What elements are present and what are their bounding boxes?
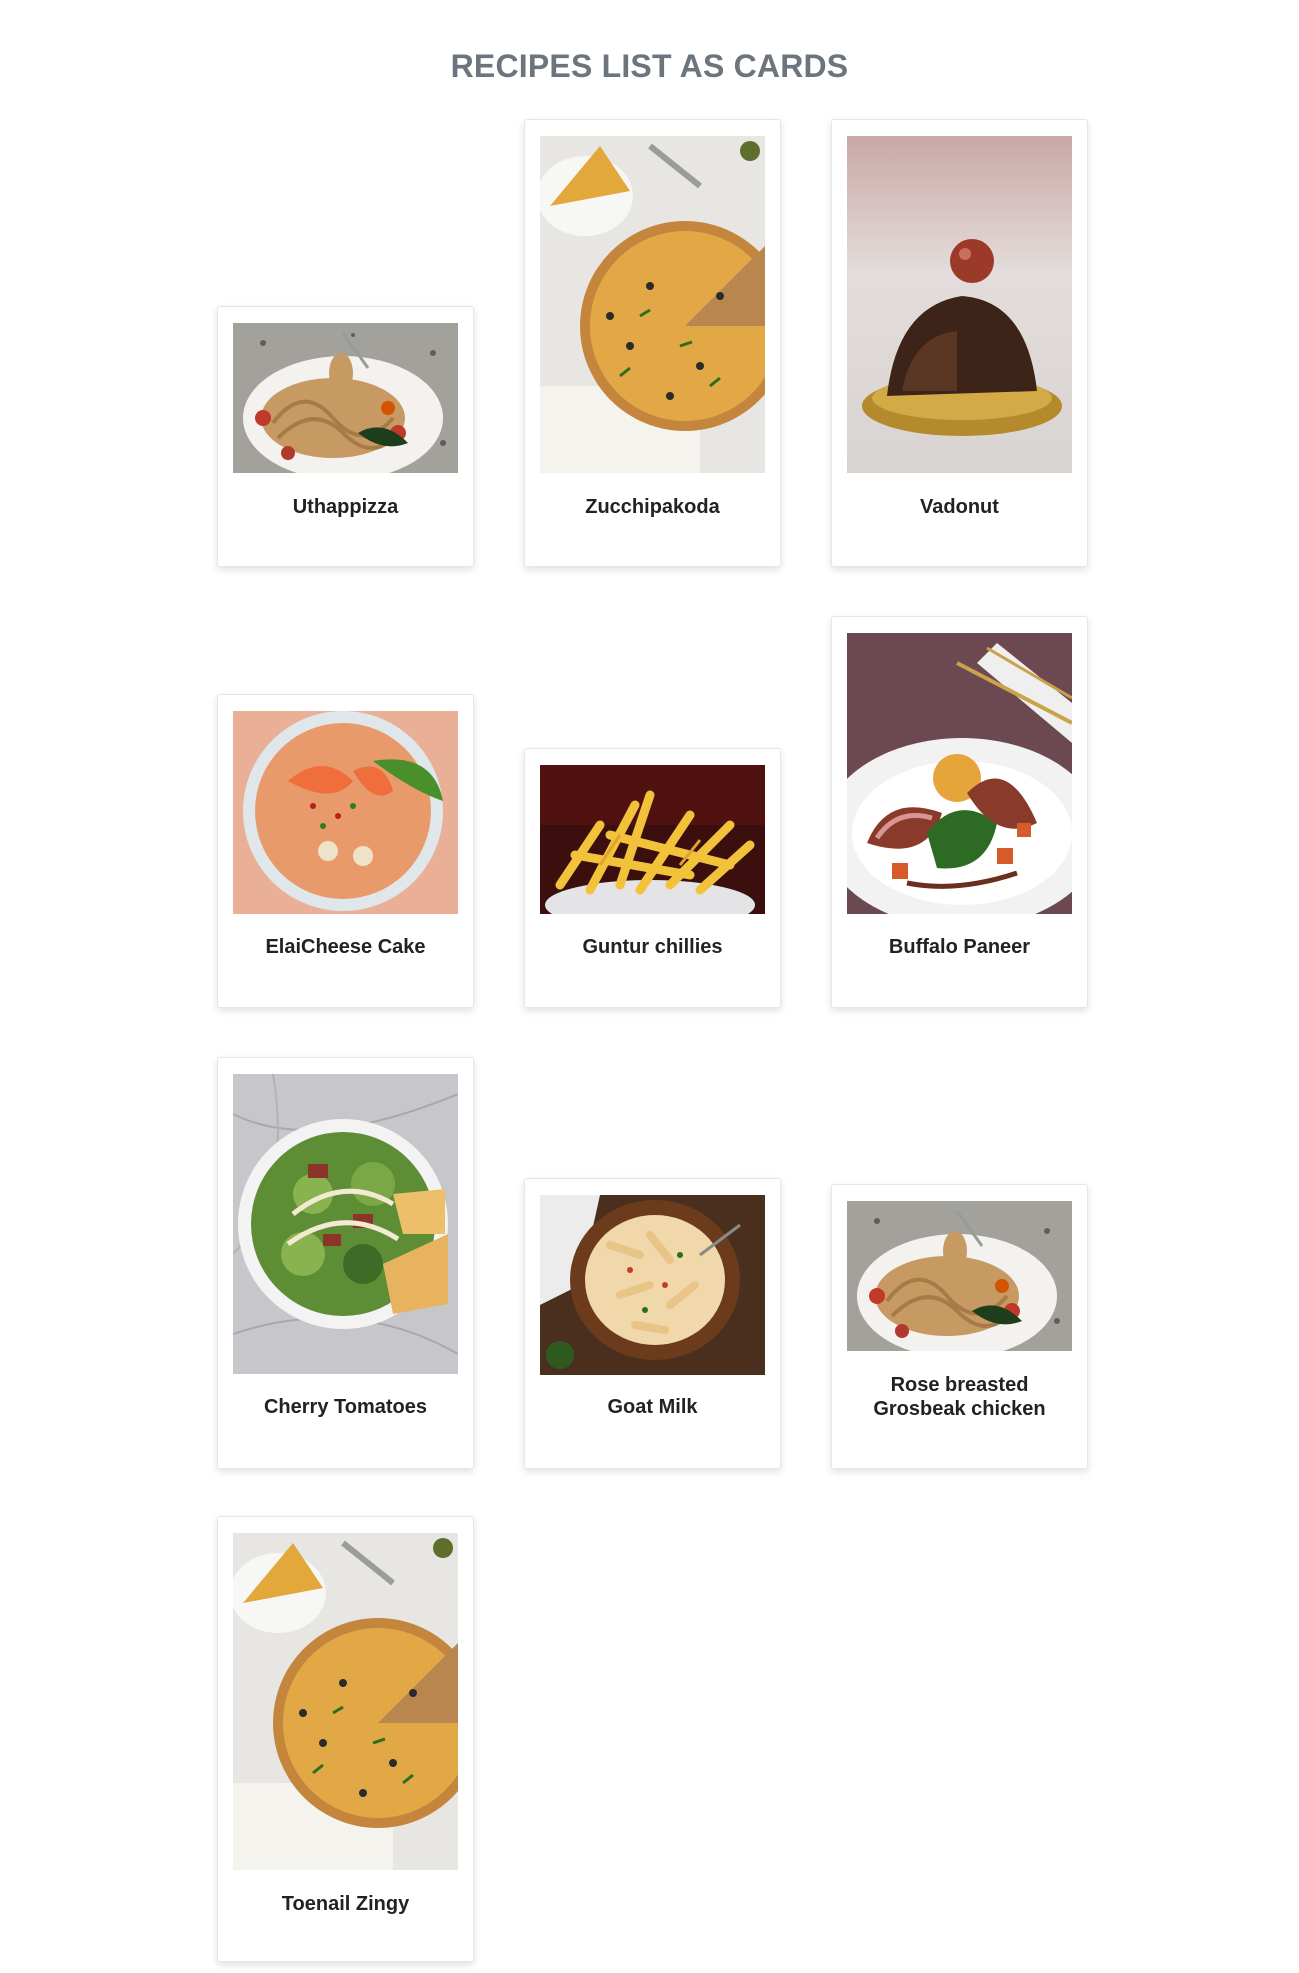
recipe-image-caesar-salad	[233, 1074, 458, 1374]
recipe-card-uthappizza[interactable]: Uthappizza	[217, 306, 474, 567]
recipe-card-zucchipakoda[interactable]: Zucchipakoda	[524, 119, 781, 567]
recipe-image-spaghetti	[847, 1201, 1072, 1351]
recipe-image-chocolate-cake	[847, 136, 1072, 473]
recipe-image-shrimp-soup	[233, 711, 458, 914]
recipe-title: Toenail Zingy	[281, 1893, 410, 1915]
recipe-title: ElaiCheese Cake	[265, 936, 426, 958]
recipe-image-pizza	[540, 136, 765, 473]
recipe-card-vadonut[interactable]: Vadonut	[831, 119, 1088, 567]
recipe-card-rose-breasted-grosbeak-chicken[interactable]: Rose breasted Grosbeak chicken	[831, 1184, 1088, 1469]
recipe-card-elaicheese-cake[interactable]: ElaiCheese Cake	[217, 694, 474, 1008]
recipe-card-cherry-tomatoes[interactable]: Cherry Tomatoes	[217, 1057, 474, 1469]
recipe-title: Buffalo Paneer	[888, 936, 1031, 958]
recipe-card-goat-milk[interactable]: Goat Milk	[524, 1178, 781, 1469]
page-title: RECIPES LIST AS CARDS	[450, 48, 849, 84]
recipe-image-penne-pasta	[540, 1195, 765, 1375]
recipe-card-guntur-chillies[interactable]: Guntur chillies	[524, 748, 781, 1008]
recipe-image-spaghetti	[233, 323, 458, 473]
recipe-image-french-fries	[540, 765, 765, 914]
recipe-title: Goat Milk	[607, 1396, 698, 1418]
recipe-title: Rose breasted Grosbeak chicken	[873, 1374, 1046, 1420]
recipe-title: Zucchipakoda	[585, 496, 720, 518]
recipe-image-pizza	[233, 1533, 458, 1870]
recipe-card-buffalo-paneer[interactable]: Buffalo Paneer	[831, 616, 1088, 1008]
recipe-card-toenail-zingy[interactable]: Toenail Zingy	[217, 1516, 474, 1962]
recipe-title: Guntur chillies	[582, 936, 723, 958]
recipe-title: Cherry Tomatoes	[263, 1396, 427, 1418]
recipe-title: Vadonut	[920, 496, 999, 518]
recipe-image-duck-plate	[847, 633, 1072, 914]
recipe-title: Uthappizza	[292, 496, 399, 518]
